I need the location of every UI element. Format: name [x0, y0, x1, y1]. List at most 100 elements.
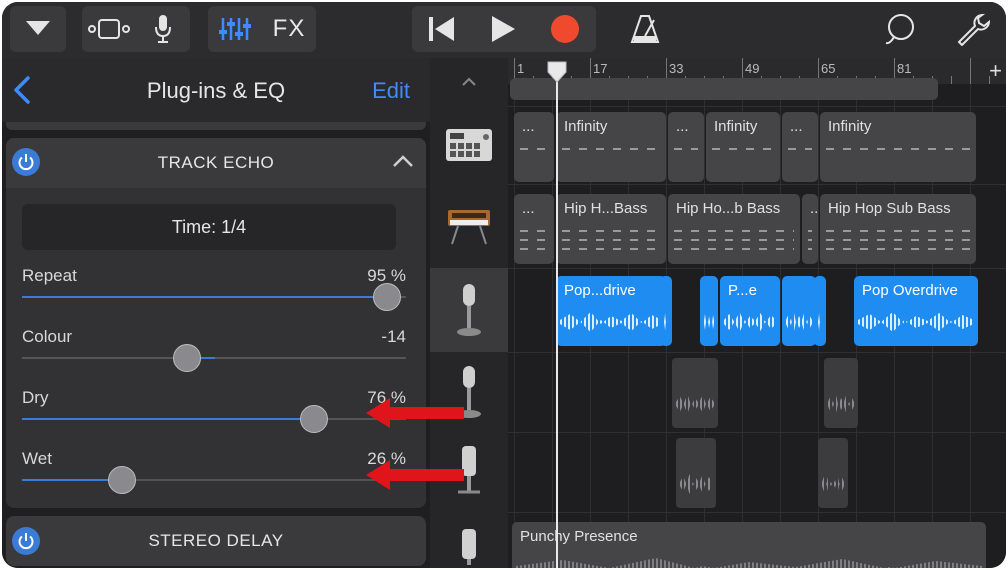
- play-button[interactable]: [472, 15, 534, 43]
- region-bottom[interactable]: Punchy Presence: [512, 522, 986, 568]
- edit-button[interactable]: Edit: [372, 78, 410, 104]
- region-label: ...: [676, 118, 689, 135]
- region-vocal-3[interactable]: [676, 438, 716, 508]
- playhead[interactable]: [556, 70, 558, 568]
- track-header-drum-machine[interactable]: [430, 106, 508, 184]
- record-button[interactable]: [534, 14, 596, 44]
- lasso-icon: [885, 14, 914, 45]
- settings-button[interactable]: [956, 12, 991, 51]
- region-drum[interactable]: Infinity: [706, 112, 780, 182]
- track-divider: [508, 184, 1006, 185]
- triangle-down-icon: [26, 21, 50, 35]
- stereo-delay-card[interactable]: STEREO DELAY: [6, 516, 426, 566]
- grid-line: [780, 84, 781, 568]
- region-drum[interactable]: ...: [668, 112, 704, 182]
- region-vocal-fragment[interactable]: [814, 276, 826, 346]
- waveform: [858, 312, 974, 332]
- track-echo-title: TRACK ECHO: [157, 153, 275, 172]
- region-drum[interactable]: ...: [514, 112, 554, 182]
- mixer-button[interactable]: [208, 16, 262, 42]
- slider-thumb[interactable]: [372, 283, 401, 311]
- ruler-mark: 49: [745, 61, 760, 76]
- region-drum[interactable]: Infinity: [820, 112, 976, 182]
- region-vocal-3[interactable]: [818, 438, 848, 508]
- slider-wet[interactable]: [22, 466, 406, 494]
- record-icon: [551, 15, 579, 43]
- slider-colour[interactable]: [22, 344, 406, 372]
- region-bass[interactable]: Hip Ho...b Bass: [668, 194, 800, 264]
- collapse-button[interactable]: [392, 154, 414, 173]
- region-label: ...: [790, 118, 803, 135]
- region-vocal[interactable]: P...e: [720, 276, 780, 346]
- fx-button[interactable]: FX: [262, 15, 316, 43]
- waveform: [560, 312, 662, 332]
- track-header-top[interactable]: [430, 58, 508, 106]
- stereo-delay-title: STEREO DELAY: [148, 531, 284, 550]
- playhead-handle[interactable]: [546, 60, 568, 89]
- view-buttons: [82, 6, 190, 52]
- region-vocal[interactable]: Pop Overdrive: [854, 276, 978, 346]
- my-songs-button[interactable]: [10, 6, 66, 52]
- panel-title: Plug-ins & EQ: [146, 78, 286, 103]
- midi-notes: [808, 248, 812, 250]
- ruler-mark: 33: [669, 61, 684, 76]
- track-echo-header[interactable]: TRACK ECHO: [6, 138, 426, 188]
- track-view-icon: [88, 19, 130, 39]
- waveform: [822, 474, 844, 494]
- slider-thumb[interactable]: [173, 344, 202, 372]
- add-section-button[interactable]: +: [989, 58, 1002, 84]
- midi-notes: [808, 239, 812, 241]
- region-bass[interactable]: Hip Hop Sub Bass: [820, 194, 976, 264]
- track-header-vocal-selected[interactable]: [430, 268, 508, 352]
- midi-notes: [562, 148, 660, 150]
- drum-machine-icon: [446, 129, 492, 161]
- region-label: Hip H...Bass: [564, 200, 648, 217]
- slider-thumb[interactable]: [107, 466, 136, 494]
- param-value-colour: -14: [381, 327, 406, 346]
- track-header-vocal-4[interactable]: [430, 512, 508, 568]
- browser-button[interactable]: [82, 18, 136, 40]
- region-vocal-fragment[interactable]: [700, 276, 718, 346]
- track-divider: [508, 352, 1006, 353]
- time-selector[interactable]: Time: 1/4: [22, 204, 396, 250]
- midi-notes: [520, 239, 548, 241]
- play-icon: [492, 16, 515, 42]
- region-vocal-fragment[interactable]: [782, 276, 816, 346]
- wrench-icon: [957, 13, 991, 47]
- region-vocal[interactable]: Pop...drive: [556, 276, 666, 346]
- track-header-synth[interactable]: [430, 184, 508, 268]
- metronome-icon: [630, 15, 660, 43]
- loop-browser-button[interactable]: [884, 12, 918, 51]
- region-vocal-2[interactable]: [672, 358, 718, 428]
- region-vocal-2[interactable]: [824, 358, 858, 428]
- slider-thumb[interactable]: [299, 405, 328, 433]
- region-label: Hip Ho...b Bass: [676, 200, 781, 217]
- playhead-marker-icon: [547, 61, 567, 83]
- tracks-timeline[interactable]: + 1 17 33 49 65 81 ... Infinity... Infinity... I…: [508, 58, 1006, 568]
- region-drum[interactable]: Infinity: [556, 112, 666, 182]
- slider-repeat[interactable]: [22, 283, 406, 311]
- metronome-button[interactable]: [630, 14, 660, 49]
- region-bass[interactable]: ...: [514, 194, 554, 264]
- region-bass[interactable]: Hip H...Bass: [556, 194, 666, 264]
- midi-notes: [674, 230, 794, 232]
- slider-dry[interactable]: [22, 405, 406, 433]
- waveform: [828, 394, 854, 414]
- midi-notes: [712, 148, 774, 150]
- go-to-start-button[interactable]: [412, 16, 472, 42]
- region-bass[interactable]: ...: [802, 194, 818, 264]
- region-drum[interactable]: ...: [782, 112, 818, 182]
- midi-notes: [674, 239, 794, 241]
- waveform: [704, 312, 714, 332]
- region-vocal-fragment[interactable]: [660, 276, 672, 346]
- mic-button[interactable]: [136, 14, 190, 44]
- region-label: ...: [522, 200, 535, 217]
- region-label: Infinity: [828, 118, 872, 135]
- midi-notes: [520, 230, 548, 232]
- midi-notes: [826, 248, 970, 250]
- region-top-partial[interactable]: [510, 78, 938, 100]
- region-label: P...e: [728, 282, 757, 299]
- midi-notes: [826, 239, 970, 241]
- region-label: Infinity: [564, 118, 608, 135]
- slider-fill: [22, 479, 122, 481]
